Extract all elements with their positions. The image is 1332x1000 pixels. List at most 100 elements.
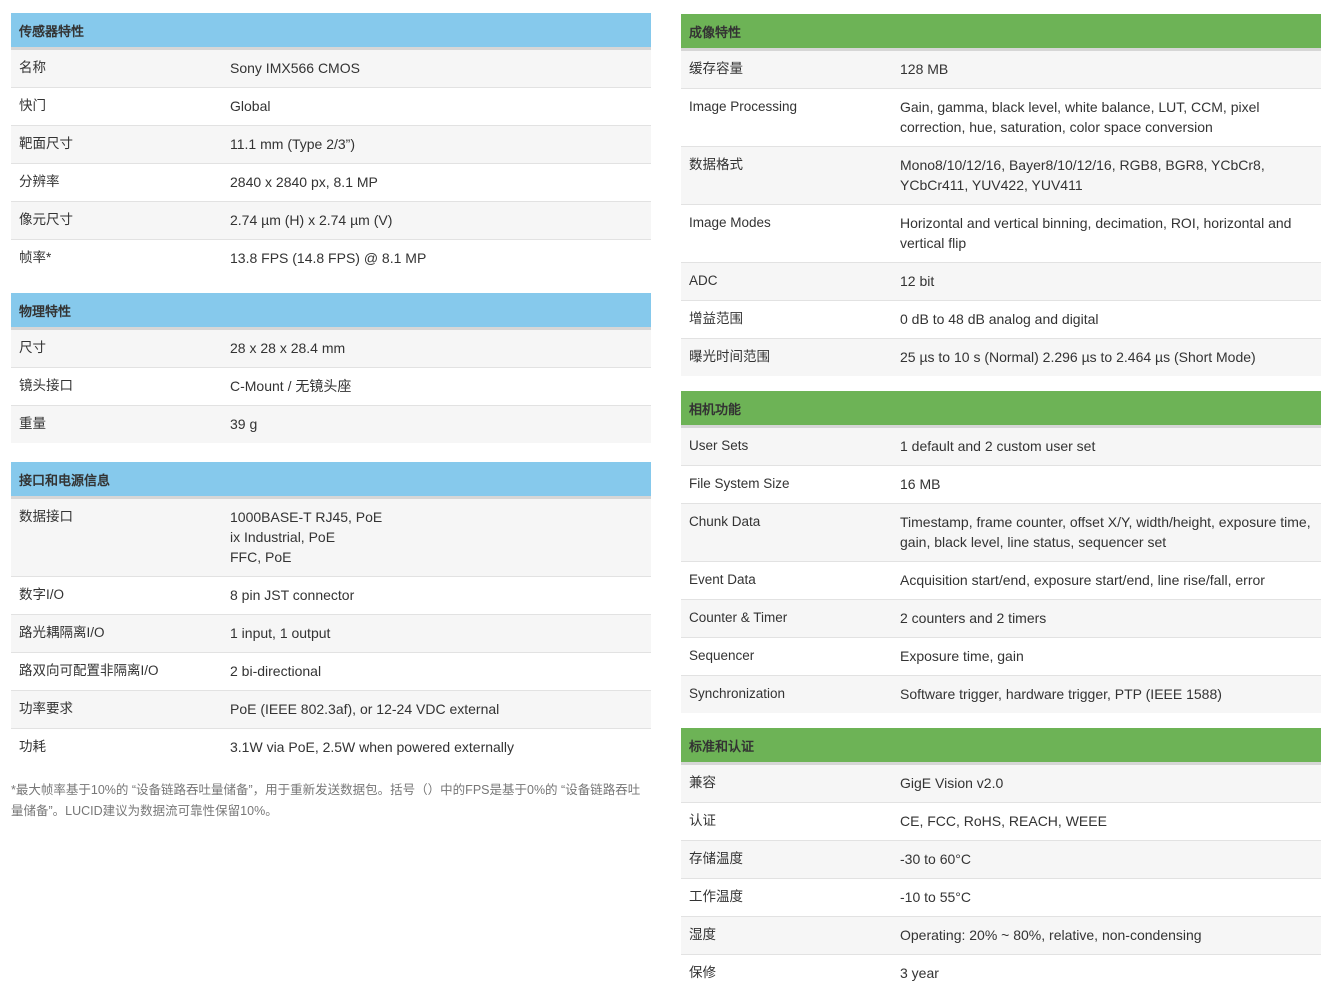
section-header-camera: 相机功能 xyxy=(681,391,1322,428)
spec-value: 11.1 mm (Type 2/3”) xyxy=(222,125,652,164)
spec-value: Gain, gamma, black level, white balance,… xyxy=(892,88,1322,147)
table-row: 功率要求 PoE (IEEE 802.3af), or 12-24 VDC ext… xyxy=(11,690,652,729)
spec-value: 1 default and 2 custom user set xyxy=(892,426,1322,466)
spec-value: 16 MB xyxy=(892,465,1322,504)
section-header-imaging: 成像特性 xyxy=(681,14,1322,51)
spec-value-line: FFC, PoE xyxy=(230,549,292,565)
spec-value: Mono8/10/12/16, Bayer8/10/12/16, RGB8, B… xyxy=(892,146,1322,205)
spec-label: 曝光时间范围 xyxy=(681,338,892,376)
table-row: 路光耦隔离I/O 1 input, 1 output xyxy=(11,614,652,653)
spec-label: Counter & Timer xyxy=(681,599,892,638)
sensor-characteristics-table: 传感器特性 名称 Sony IMX566 CMOS 快门 Global 靶面尺寸 11… xyxy=(11,13,652,277)
spec-label: Synchronization xyxy=(681,675,892,713)
standards-certification-table: 标准和认证 兼容 GigE Vision v2.0 认证 CE, FCC, RoHS… xyxy=(681,728,1322,992)
table-row: File System Size 16 MB xyxy=(681,465,1322,504)
table-row: Image Processing Gain, gamma, black level… xyxy=(681,88,1322,147)
spec-value: Software trigger, hardware trigger, PTP … xyxy=(892,675,1322,713)
table-row: Sequencer Exposure time, gain xyxy=(681,637,1322,676)
spec-label: 快门 xyxy=(11,87,222,126)
spec-label: 名称 xyxy=(11,48,222,88)
table-row: 兼容 GigE Vision v2.0 xyxy=(681,763,1322,803)
spec-label: 功率要求 xyxy=(11,690,222,729)
spec-value-line: 1000BASE-T RJ45, PoE xyxy=(230,509,383,525)
spec-label: Image Processing xyxy=(681,88,892,147)
imaging-characteristics-table: 成像特性 缓存容量 128 MB Image Processing Gain, ga… xyxy=(681,14,1322,376)
spec-label: 像元尺寸 xyxy=(11,201,222,240)
spec-value: Timestamp, frame counter, offset X/Y, wi… xyxy=(892,503,1322,562)
spec-value: GigE Vision v2.0 xyxy=(892,763,1322,803)
spec-value: 2840 x 2840 px, 8.1 MP xyxy=(222,163,652,202)
spec-label: 靶面尺寸 xyxy=(11,125,222,164)
spec-label: 认证 xyxy=(681,802,892,841)
spec-label: 重量 xyxy=(11,405,222,443)
spec-value: 2 counters and 2 timers xyxy=(892,599,1322,638)
spec-label: 路光耦隔离I/O xyxy=(11,614,222,653)
table-row: 缓存容量 128 MB xyxy=(681,49,1322,89)
spec-value: 39 g xyxy=(222,405,652,443)
spec-value-line: ix Industrial, PoE xyxy=(230,529,336,545)
spec-value: PoE (IEEE 802.3af), or 12-24 VDC externa… xyxy=(222,690,652,729)
spec-value: 12 bit xyxy=(892,262,1322,301)
spec-label: 增益范围 xyxy=(681,300,892,339)
spec-value: 2.74 µm (H) x 2.74 µm (V) xyxy=(222,201,652,240)
table-row: 工作温度 -10 to 55°C xyxy=(681,878,1322,917)
spec-label: 保修 xyxy=(681,954,892,992)
table-row: 像元尺寸 2.74 µm (H) x 2.74 µm (V) xyxy=(11,201,652,240)
spec-value: 3.1W via PoE, 2.5W when powered external… xyxy=(222,728,652,766)
table-row: 增益范围 0 dB to 48 dB analog and digital xyxy=(681,300,1322,339)
spec-label: 镜头接口 xyxy=(11,367,222,406)
table-row: 路双向可配置非隔离I/O 2 bi-directional xyxy=(11,652,652,691)
spec-value: -10 to 55°C xyxy=(892,878,1322,917)
table-row: 功耗 3.1W via PoE, 2.5W when powered extern… xyxy=(11,728,652,766)
spec-value: -30 to 60°C xyxy=(892,840,1322,879)
spec-value: Acquisition start/end, exposure start/en… xyxy=(892,561,1322,600)
spec-label: User Sets xyxy=(681,426,892,466)
table-row: User Sets 1 default and 2 custom user set xyxy=(681,426,1322,466)
table-row: 存储温度 -30 to 60°C xyxy=(681,840,1322,879)
spec-value: CE, FCC, RoHS, REACH, WEEE xyxy=(892,802,1322,841)
spec-label: 缓存容量 xyxy=(681,49,892,89)
spec-value: Horizontal and vertical binning, decimat… xyxy=(892,204,1322,263)
spec-label: 湿度 xyxy=(681,916,892,955)
table-row: 重量 39 g xyxy=(11,405,652,443)
table-row: 帧率* 13.8 FPS (14.8 FPS) @ 8.1 MP xyxy=(11,239,652,277)
section-header-standards: 标准和认证 xyxy=(681,728,1322,765)
spec-value: 3 year xyxy=(892,954,1322,992)
table-row: 数字I/O 8 pin JST connector xyxy=(11,576,652,615)
table-row: 曝光时间范围 25 µs to 10 s (Normal) 2.296 µs to… xyxy=(681,338,1322,376)
spec-label: 功耗 xyxy=(11,728,222,766)
spec-value: 8 pin JST connector xyxy=(222,576,652,615)
spec-label: 尺寸 xyxy=(11,328,222,368)
spec-label: 分辨率 xyxy=(11,163,222,202)
table-row: Event Data Acquisition start/end, exposur… xyxy=(681,561,1322,600)
physical-characteristics-table: 物理特性 尺寸 28 x 28 x 28.4 mm 镜头接口 C-Mount / 无… xyxy=(11,293,652,443)
camera-features-table: 相机功能 User Sets 1 default and 2 custom use… xyxy=(681,391,1322,713)
spec-value: 28 x 28 x 28.4 mm xyxy=(222,328,652,368)
table-row: 镜头接口 C-Mount / 无镜头座 xyxy=(11,367,652,406)
spec-value: 1000BASE-T RJ45, PoE ix Industrial, PoE … xyxy=(222,497,652,577)
spec-label: 数据接口 xyxy=(11,497,222,577)
table-row: 尺寸 28 x 28 x 28.4 mm xyxy=(11,328,652,368)
spec-label: 数据格式 xyxy=(681,146,892,205)
section-header-sensor: 传感器特性 xyxy=(11,13,652,50)
spec-value: Global xyxy=(222,87,652,126)
spec-label: 帧率* xyxy=(11,239,222,277)
spec-value: 25 µs to 10 s (Normal) 2.296 µs to 2.464… xyxy=(892,338,1322,376)
spec-label: Chunk Data xyxy=(681,503,892,562)
table-row: Counter & Timer 2 counters and 2 timers xyxy=(681,599,1322,638)
spec-label: 存储温度 xyxy=(681,840,892,879)
spec-label: 数字I/O xyxy=(11,576,222,615)
frame-rate-footnote: *最大帧率基于10%的 “设备链路吞吐量储备”，用于重新发送数据包。括号（）中的… xyxy=(11,783,641,818)
table-row: Synchronization Software trigger, hardwar… xyxy=(681,675,1322,713)
spec-label: 兼容 xyxy=(681,763,892,803)
table-row: 名称 Sony IMX566 CMOS xyxy=(11,48,652,88)
table-row: Image Modes Horizontal and vertical binni… xyxy=(681,204,1322,263)
spec-label: ADC xyxy=(681,262,892,301)
spec-value: 13.8 FPS (14.8 FPS) @ 8.1 MP xyxy=(222,239,652,277)
table-row: 快门 Global xyxy=(11,87,652,126)
section-header-interface: 接口和电源信息 xyxy=(11,462,652,499)
spec-label: File System Size xyxy=(681,465,892,504)
table-row: Chunk Data Timestamp, frame counter, offs… xyxy=(681,503,1322,562)
spec-label: Event Data xyxy=(681,561,892,600)
spec-value: Sony IMX566 CMOS xyxy=(222,48,652,88)
